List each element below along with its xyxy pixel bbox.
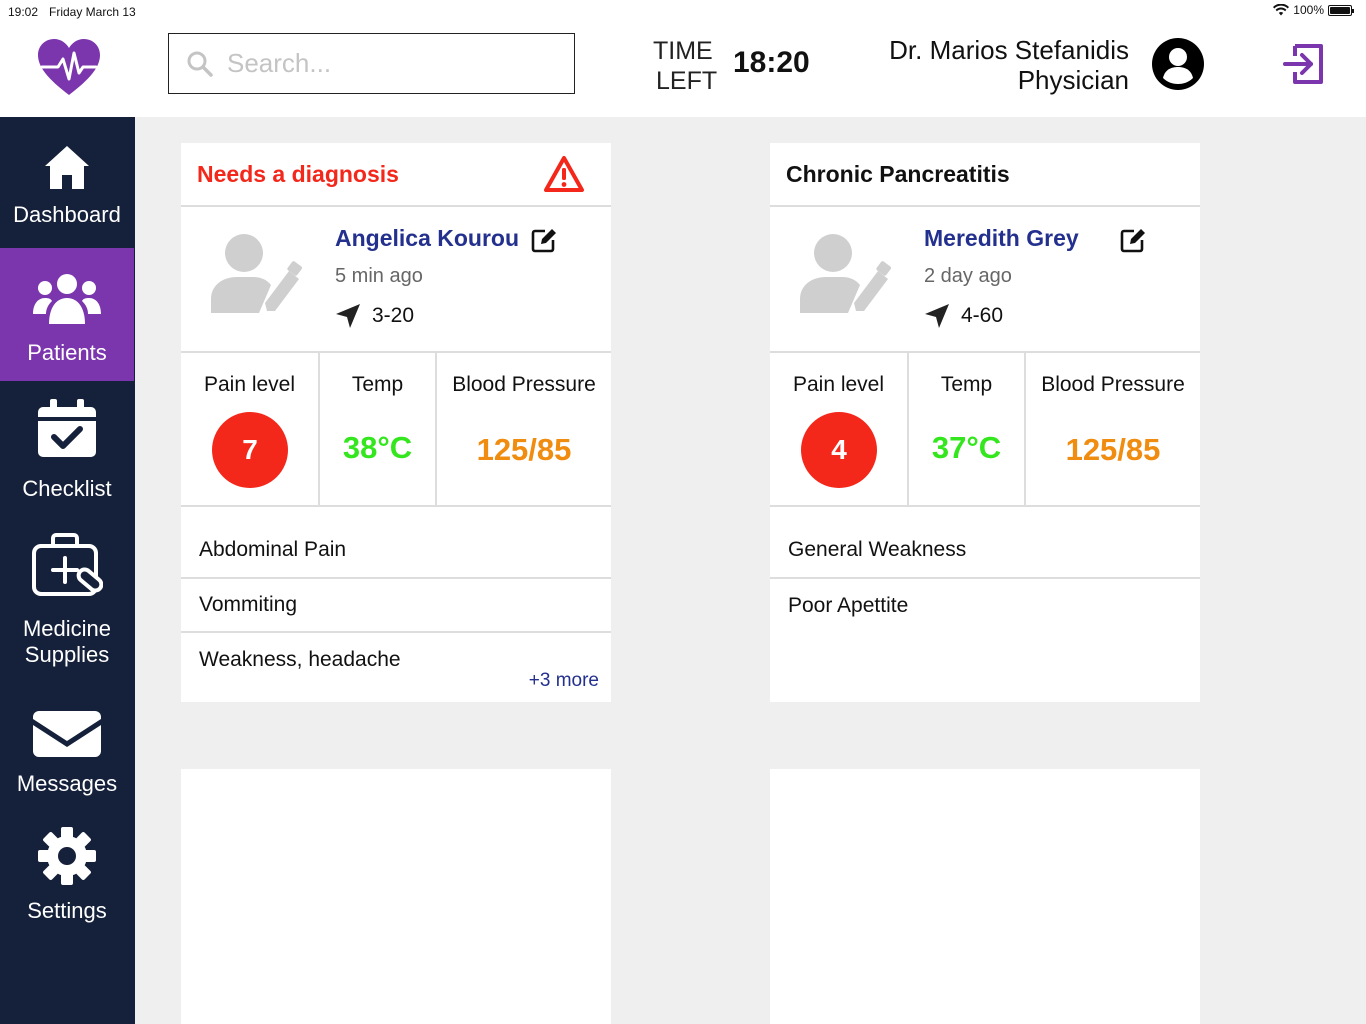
blood-pressure-value: 125/85 — [476, 432, 572, 467]
sidebar: Dashboard Patients Checklist Medicine Su… — [0, 117, 135, 1024]
patient-info: Angelica Kourou 5 min ago 3-20 — [181, 207, 611, 353]
header: TIME LEFT 18:20 Dr. Marios Stefanidis Ph… — [0, 24, 1366, 117]
time-left-line1: TIME — [653, 37, 713, 65]
sidebar-item-label: Messages — [16, 771, 118, 796]
blood-pressure-label: Blood Pressure — [452, 373, 596, 396]
search-input[interactable] — [227, 48, 547, 79]
user-edit-icon — [800, 234, 891, 313]
temp-cell: Temp 37°C — [909, 353, 1026, 505]
edit-icon[interactable] — [1120, 227, 1146, 253]
time-left-label: TIME LEFT — [653, 36, 717, 96]
sidebar-label-line2: Supplies — [24, 642, 110, 667]
card-title: Chronic Pancreatitis — [770, 143, 1200, 207]
sidebar-label-line1: Medicine — [22, 616, 112, 641]
card-title-text: Chronic Pancreatitis — [786, 160, 1010, 187]
temp-label: Temp — [940, 373, 993, 396]
blood-pressure-label: Blood Pressure — [1041, 373, 1185, 396]
temp-value: 38°C — [342, 430, 413, 465]
battery-icon — [1328, 4, 1354, 16]
logout-icon[interactable] — [1281, 42, 1325, 86]
sidebar-item-label: Patients — [27, 340, 107, 365]
doctor-info: Dr. Marios Stefanidis Physician — [889, 35, 1129, 95]
status-right: 100% — [1273, 3, 1354, 17]
temp-label: Temp — [351, 373, 404, 396]
warning-icon — [544, 156, 584, 192]
sidebar-item-medicine-supplies[interactable]: Medicine Supplies — [0, 508, 134, 682]
sidebar-item-patients[interactable]: Patients — [0, 248, 134, 381]
status-time: 19:02 — [8, 5, 39, 19]
sidebar-item-label: Dashboard — [13, 202, 121, 227]
symptom-item: Poor Apettite — [788, 594, 909, 617]
blood-pressure-cell: Blood Pressure 125/85 — [437, 353, 611, 505]
pain-level-value: 4 — [801, 412, 877, 488]
location-arrow-icon — [925, 304, 949, 328]
room-number: 3-20 — [372, 304, 415, 327]
patient-card[interactable]: Needs a diagnosis Angelica Kourou 5 min … — [181, 143, 611, 702]
room-number: 4-60 — [961, 304, 1004, 327]
symptom-item: General Weakness — [770, 507, 1200, 579]
time-ago: 5 min ago — [335, 265, 423, 287]
sidebar-item-messages[interactable]: Messages — [0, 682, 134, 808]
card-title-text: Needs a diagnosis — [197, 160, 399, 187]
search-box[interactable] — [168, 33, 575, 94]
sidebar-item-label: Medicine Supplies — [23, 616, 111, 668]
envelope-icon — [33, 711, 101, 757]
symptom-item: Abdominal Pain — [181, 507, 611, 579]
time-ago: 2 day ago — [924, 265, 1012, 287]
wifi-icon — [1273, 4, 1290, 16]
calendar-check-icon — [38, 399, 96, 457]
pain-level-label: Pain level — [792, 373, 885, 396]
empty-patient-card — [770, 769, 1200, 1024]
heart-pulse-logo-icon[interactable] — [38, 39, 100, 96]
medkit-icon — [32, 533, 103, 596]
sidebar-item-label: Checklist — [22, 476, 112, 501]
doctor-name: Dr. Marios Stefanidis — [889, 35, 1129, 65]
patient-name[interactable]: Angelica Kourou — [335, 225, 519, 252]
sidebar-item-checklist[interactable]: Checklist — [0, 381, 134, 508]
gear-icon — [38, 827, 96, 885]
blood-pressure-value: 125/85 — [1065, 432, 1161, 467]
card-title: Needs a diagnosis — [181, 143, 611, 207]
empty-patient-card — [181, 769, 611, 1024]
user-avatar-icon[interactable] — [1152, 38, 1204, 90]
pain-level-cell: Pain level 4 — [770, 353, 909, 505]
battery-percent: 100% — [1293, 3, 1324, 17]
pain-level-cell: Pain level 7 — [181, 353, 320, 505]
patient-info: Meredith Grey 2 day ago 4-60 — [770, 207, 1200, 353]
time-left-value: 18:20 — [733, 46, 810, 79]
more-symptoms-link[interactable]: +3 more — [529, 670, 599, 692]
pain-level-label: Pain level — [203, 373, 296, 396]
vitals-row: Pain level 4 Temp 37°C Blood Pressure 12… — [770, 353, 1200, 507]
temp-cell: Temp 38°C — [320, 353, 437, 505]
users-icon — [33, 274, 101, 324]
search-icon — [187, 51, 213, 77]
sidebar-item-label: Settings — [27, 898, 107, 923]
sidebar-item-settings[interactable]: Settings — [0, 808, 134, 933]
vitals-row: Pain level 7 Temp 38°C Blood Pressure 12… — [181, 353, 611, 507]
status-date: Friday March 13 — [49, 5, 136, 19]
location-arrow-icon — [336, 304, 360, 328]
edit-icon[interactable] — [531, 227, 557, 253]
sidebar-item-dashboard[interactable]: Dashboard — [0, 117, 134, 248]
symptom-item: Vommiting — [181, 579, 611, 633]
patient-card[interactable]: Chronic Pancreatitis Meredith Grey 2 day… — [770, 143, 1200, 702]
patient-name[interactable]: Meredith Grey — [924, 225, 1079, 252]
time-left-line2: LEFT — [656, 67, 718, 95]
status-bar: 19:02 Friday March 13 100% — [0, 0, 1366, 24]
temp-value: 37°C — [931, 430, 1002, 465]
home-icon — [45, 146, 89, 189]
pain-level-value: 7 — [212, 412, 288, 488]
doctor-role: Physician — [1017, 65, 1129, 95]
user-edit-icon — [211, 234, 302, 313]
blood-pressure-cell: Blood Pressure 125/85 — [1026, 353, 1200, 505]
